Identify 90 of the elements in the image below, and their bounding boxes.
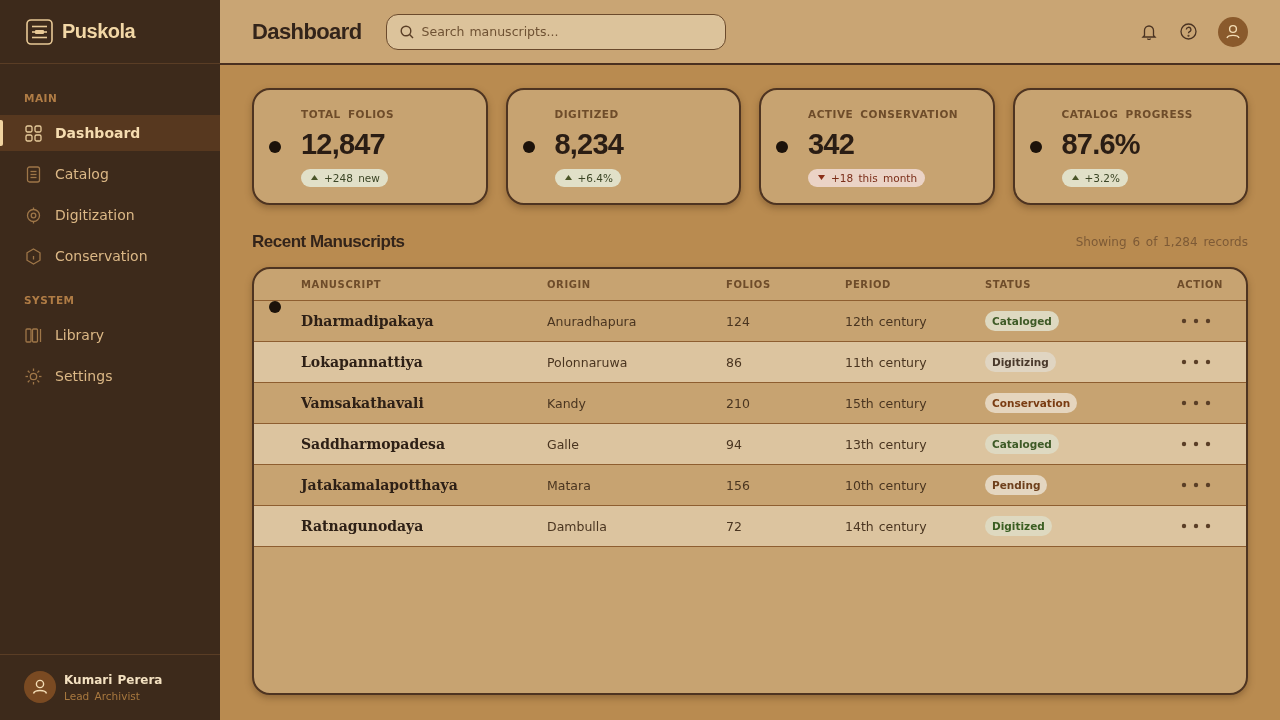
table-cell-text: 94 <box>726 436 743 452</box>
table-cell-text: 72 <box>726 518 743 534</box>
records-summary: Showing 6 of 1,284 records <box>1075 235 1248 249</box>
sidebar-item[interactable]: Settings <box>0 358 220 394</box>
column-header: ORIGIN <box>547 279 592 290</box>
section-label: SYSTEM <box>24 293 76 307</box>
stat-label: CATALOG PROGRESS <box>1061 106 1193 121</box>
more-icon[interactable] <box>1181 523 1211 529</box>
user-name: Kumari Perera <box>64 672 163 687</box>
status-badge: Pending <box>985 475 1048 495</box>
search-icon <box>399 24 414 39</box>
document-icon <box>25 165 42 183</box>
status-badge: Conservation <box>985 393 1078 413</box>
manuscript-name: Vamsakathavali <box>301 395 425 411</box>
user-role: Lead Archivist <box>64 689 141 702</box>
more-icon[interactable] <box>1181 441 1211 447</box>
user-avatar-icon[interactable] <box>1218 16 1248 47</box>
logo-icon <box>26 18 53 45</box>
manuscript-name: Dharmadipakaya <box>301 313 435 329</box>
page-title: Dashboard <box>252 18 362 45</box>
trend-text: +248 new <box>324 171 380 184</box>
dot-icon <box>776 140 788 153</box>
table-cell-text: 156 <box>726 477 751 493</box>
status-badge: Cataloged <box>985 311 1059 331</box>
table-cell-text: 15th century <box>845 395 928 411</box>
status-badge: Digitizing <box>985 352 1056 372</box>
sidebar-item[interactable]: Digitization <box>0 197 220 233</box>
table-cell-text: Galle <box>547 436 580 452</box>
up-triangle-icon <box>311 175 318 180</box>
target-icon <box>25 206 42 224</box>
more-icon[interactable] <box>1181 400 1211 406</box>
stat-value: 8,234 <box>554 126 624 161</box>
table-cell-text: Anuradhapura <box>547 313 638 329</box>
column-header: ACTION <box>1177 279 1225 290</box>
user-avatar-icon <box>24 671 56 703</box>
more-icon[interactable] <box>1181 318 1211 324</box>
trend-text: +6.4% <box>577 171 613 184</box>
stat-value: 12,847 <box>301 126 385 161</box>
trend-text: +18 this month <box>831 171 918 184</box>
stat-label: ACTIVE CONSERVATION <box>808 106 959 121</box>
dot-icon <box>269 301 281 313</box>
manuscript-name: Jatakamalapotthaya <box>301 477 459 493</box>
more-icon[interactable] <box>1181 359 1211 365</box>
stat-label: DIGITIZED <box>554 106 619 121</box>
sidebar-item[interactable]: Dashboard <box>0 115 220 151</box>
bell-icon[interactable] <box>1141 23 1157 40</box>
brand-name: Puskola <box>62 20 136 43</box>
sidebar-item[interactable]: Conservation <box>0 238 220 274</box>
manuscript-name: Ratnagunodaya <box>301 518 425 534</box>
search-field[interactable]: Search manuscripts... <box>385 13 726 50</box>
table-cell-text: 12th century <box>845 313 928 329</box>
column-header: FOLIOS <box>726 279 772 290</box>
sidebar-item[interactable]: Catalog <box>0 156 220 192</box>
settings-icon <box>25 367 42 385</box>
status-badge: Digitized <box>985 516 1052 536</box>
stat-value: 342 <box>808 126 854 161</box>
table-cell-text: Dambulla <box>547 518 608 534</box>
down-triangle-icon <box>818 175 825 180</box>
table-cell-text: 13th century <box>845 436 928 452</box>
section-label: MAIN <box>24 91 59 105</box>
table-cell-text: Matara <box>547 477 592 493</box>
column-header: PERIOD <box>845 279 892 290</box>
table-cell-text: 124 <box>726 313 751 329</box>
help-icon[interactable] <box>1180 23 1197 40</box>
table-cell-text: 86 <box>726 354 743 370</box>
manuscript-name: Saddharmopadesa <box>301 436 447 452</box>
dot-icon <box>269 140 281 153</box>
more-icon[interactable] <box>1181 482 1211 488</box>
section-title: Recent Manuscripts <box>252 232 405 252</box>
table-cell-text: 11th century <box>845 354 928 370</box>
dot-icon <box>1029 140 1042 153</box>
column-header: STATUS <box>985 279 1032 290</box>
trend-text: +3.2% <box>1084 171 1120 184</box>
status-badge: Cataloged <box>985 434 1059 454</box>
table-cell-text: 210 <box>726 395 751 411</box>
hexagon-icon <box>25 247 42 265</box>
books-icon <box>25 326 42 344</box>
dot-icon <box>522 140 535 153</box>
table-cell-text: 14th century <box>845 518 928 534</box>
stat-value: 87.6% <box>1061 126 1140 161</box>
up-triangle-icon <box>1071 175 1079 180</box>
column-header: MANUSCRIPT <box>301 279 383 290</box>
table-cell-text: Polonnaruwa <box>547 354 629 370</box>
up-triangle-icon <box>564 175 572 180</box>
stat-label: TOTAL FOLIOS <box>301 106 395 121</box>
manuscript-name: Lokapannattiya <box>301 354 424 370</box>
grid-icon <box>25 124 42 142</box>
table-cell-text: 10th century <box>845 477 928 493</box>
sidebar-item[interactable]: Library <box>0 317 220 353</box>
table-cell-text: Kandy <box>547 395 587 411</box>
